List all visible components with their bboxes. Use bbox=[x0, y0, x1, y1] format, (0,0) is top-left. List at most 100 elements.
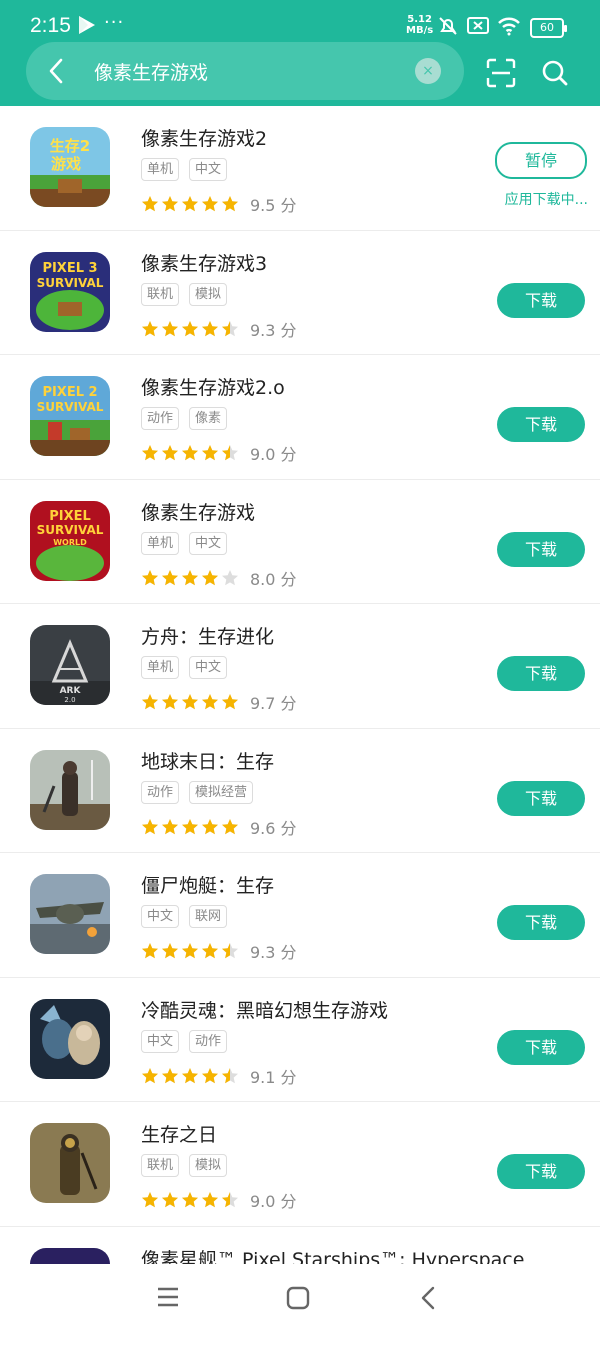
network-speed: 5.12 MB/s bbox=[406, 14, 433, 36]
list-item[interactable]: 僵尸炮艇：生存 中文 联网 9.3 分 下载 bbox=[0, 853, 600, 978]
score: 9.6 分 bbox=[250, 815, 297, 839]
app-icon[interactable] bbox=[30, 874, 110, 954]
download-button[interactable]: 下载 bbox=[497, 656, 585, 691]
tag: 动作 bbox=[141, 407, 179, 430]
download-button[interactable]: 下载 bbox=[497, 532, 585, 567]
star-half-icon bbox=[221, 320, 239, 338]
tag-list: 中文 联网 bbox=[141, 905, 227, 928]
star-rating bbox=[141, 942, 239, 960]
download-button[interactable]: 下载 bbox=[497, 905, 585, 940]
star-full-icon bbox=[201, 1067, 219, 1085]
score: 9.3 分 bbox=[250, 317, 297, 341]
search-icon[interactable] bbox=[541, 59, 569, 91]
star-full-icon bbox=[141, 1067, 159, 1085]
navigation-bar bbox=[0, 1264, 600, 1334]
star-full-icon bbox=[161, 569, 179, 587]
star-full-icon bbox=[181, 195, 199, 213]
app-icon[interactable]: 生存2 游戏 bbox=[30, 127, 110, 207]
star-full-icon bbox=[201, 320, 219, 338]
wifi-icon bbox=[497, 16, 521, 40]
list-item[interactable]: PIXEL 2 SURVIVAL 像素生存游戏2.o 动作 像素 9.0 分 下… bbox=[0, 355, 600, 480]
app-icon[interactable] bbox=[30, 1123, 110, 1203]
star-full-icon bbox=[161, 693, 179, 711]
star-full-icon bbox=[161, 320, 179, 338]
star-full-icon bbox=[201, 569, 219, 587]
tag-list: 动作 像素 bbox=[141, 407, 227, 430]
star-rating bbox=[141, 195, 239, 213]
app-icon[interactable]: ARK 2.0 bbox=[30, 625, 110, 705]
mute-bell-icon bbox=[438, 16, 458, 40]
list-item[interactable]: 地球末日：生存 动作 模拟经营 9.6 分 下载 bbox=[0, 729, 600, 854]
app-result-list: 生存2 游戏 像素生存游戏2 单机 中文 9.5 分 暂停 应用下载中... P… bbox=[0, 106, 600, 1351]
tag: 单机 bbox=[141, 158, 179, 181]
tag: 联机 bbox=[141, 1154, 179, 1177]
star-full-icon bbox=[161, 1067, 179, 1085]
list-item[interactable]: PIXEL SURVIVAL WORLD 像素生存游戏 单机 中文 8.0 分 … bbox=[0, 480, 600, 605]
star-half-icon bbox=[221, 942, 239, 960]
star-full-icon bbox=[201, 444, 219, 462]
top-bar: 2:15 ··· 5.12 MB/s 60 像素生存游戏 × bbox=[0, 0, 600, 106]
app-icon[interactable]: PIXEL SURVIVAL WORLD bbox=[30, 501, 110, 581]
app-name: 像素生存游戏 bbox=[141, 498, 255, 525]
scan-icon[interactable] bbox=[486, 58, 516, 92]
star-full-icon bbox=[201, 942, 219, 960]
score: 9.1 分 bbox=[250, 1064, 297, 1088]
star-full-icon bbox=[201, 1191, 219, 1209]
star-full-icon bbox=[181, 818, 199, 836]
star-full-icon bbox=[201, 693, 219, 711]
star-full-icon bbox=[181, 1067, 199, 1085]
list-item[interactable]: 冷酷灵魂：黑暗幻想生存游戏 中文 动作 9.1 分 下载 bbox=[0, 978, 600, 1103]
tag: 中文 bbox=[189, 656, 227, 679]
icon-caption: 生存2 bbox=[50, 137, 90, 155]
star-full-icon bbox=[201, 818, 219, 836]
app-name: 冷酷灵魂：黑暗幻想生存游戏 bbox=[141, 996, 388, 1023]
tag: 模拟 bbox=[189, 283, 227, 306]
download-button[interactable]: 下载 bbox=[497, 407, 585, 442]
more-notifications-icon: ··· bbox=[104, 12, 124, 33]
rating: 9.0 分 bbox=[141, 1188, 297, 1212]
back-arrow-icon[interactable] bbox=[48, 58, 64, 88]
star-full-icon bbox=[201, 195, 219, 213]
pause-button[interactable]: 暂停 bbox=[495, 142, 587, 179]
star-full-icon bbox=[221, 195, 239, 213]
status-time: 2:15 bbox=[30, 14, 71, 38]
app-icon[interactable]: PIXEL 3 SURVIVAL bbox=[30, 252, 110, 332]
download-button[interactable]: 下载 bbox=[497, 1154, 585, 1189]
app-icon[interactable]: PIXEL 2 SURVIVAL bbox=[30, 376, 110, 456]
star-full-icon bbox=[161, 195, 179, 213]
download-button[interactable]: 下载 bbox=[497, 781, 585, 816]
star-rating bbox=[141, 693, 239, 711]
nav-back-icon[interactable] bbox=[420, 1286, 436, 1314]
app-name: 像素生存游戏3 bbox=[141, 249, 267, 276]
icon-caption: 2.0 bbox=[64, 696, 75, 704]
download-button[interactable]: 下载 bbox=[497, 1030, 585, 1065]
star-full-icon bbox=[161, 444, 179, 462]
star-full-icon bbox=[181, 693, 199, 711]
score: 9.0 分 bbox=[250, 1188, 297, 1212]
star-half-icon bbox=[221, 1067, 239, 1085]
tag-list: 单机 中文 bbox=[141, 532, 227, 555]
app-icon[interactable] bbox=[30, 999, 110, 1079]
tag: 模拟经营 bbox=[189, 781, 253, 804]
speed-value: 5.12 bbox=[407, 14, 432, 25]
menu-icon[interactable] bbox=[156, 1286, 180, 1312]
list-item[interactable]: 生存2 游戏 像素生存游戏2 单机 中文 9.5 分 暂停 应用下载中... bbox=[0, 106, 600, 231]
list-item[interactable]: 生存之日 联机 模拟 9.0 分 下载 bbox=[0, 1102, 600, 1227]
star-rating bbox=[141, 320, 239, 338]
star-full-icon bbox=[141, 1191, 159, 1209]
score: 9.3 分 bbox=[250, 939, 297, 963]
star-full-icon bbox=[181, 942, 199, 960]
app-icon[interactable] bbox=[30, 750, 110, 830]
search-box[interactable]: 像素生存游戏 × bbox=[26, 42, 464, 100]
list-item[interactable]: ARK 2.0 方舟：生存进化 单机 中文 9.7 分 下载 bbox=[0, 604, 600, 729]
icon-caption: PIXEL 3 bbox=[42, 261, 97, 276]
rating: 9.1 分 bbox=[141, 1064, 297, 1088]
tag: 动作 bbox=[141, 781, 179, 804]
home-icon[interactable] bbox=[286, 1286, 310, 1314]
tag: 联机 bbox=[141, 283, 179, 306]
star-rating bbox=[141, 1191, 239, 1209]
clear-search-button[interactable]: × bbox=[415, 58, 441, 84]
download-button[interactable]: 下载 bbox=[497, 283, 585, 318]
search-input[interactable]: 像素生存游戏 bbox=[94, 58, 208, 85]
list-item[interactable]: PIXEL 3 SURVIVAL 像素生存游戏3 联机 模拟 9.3 分 下载 bbox=[0, 231, 600, 356]
